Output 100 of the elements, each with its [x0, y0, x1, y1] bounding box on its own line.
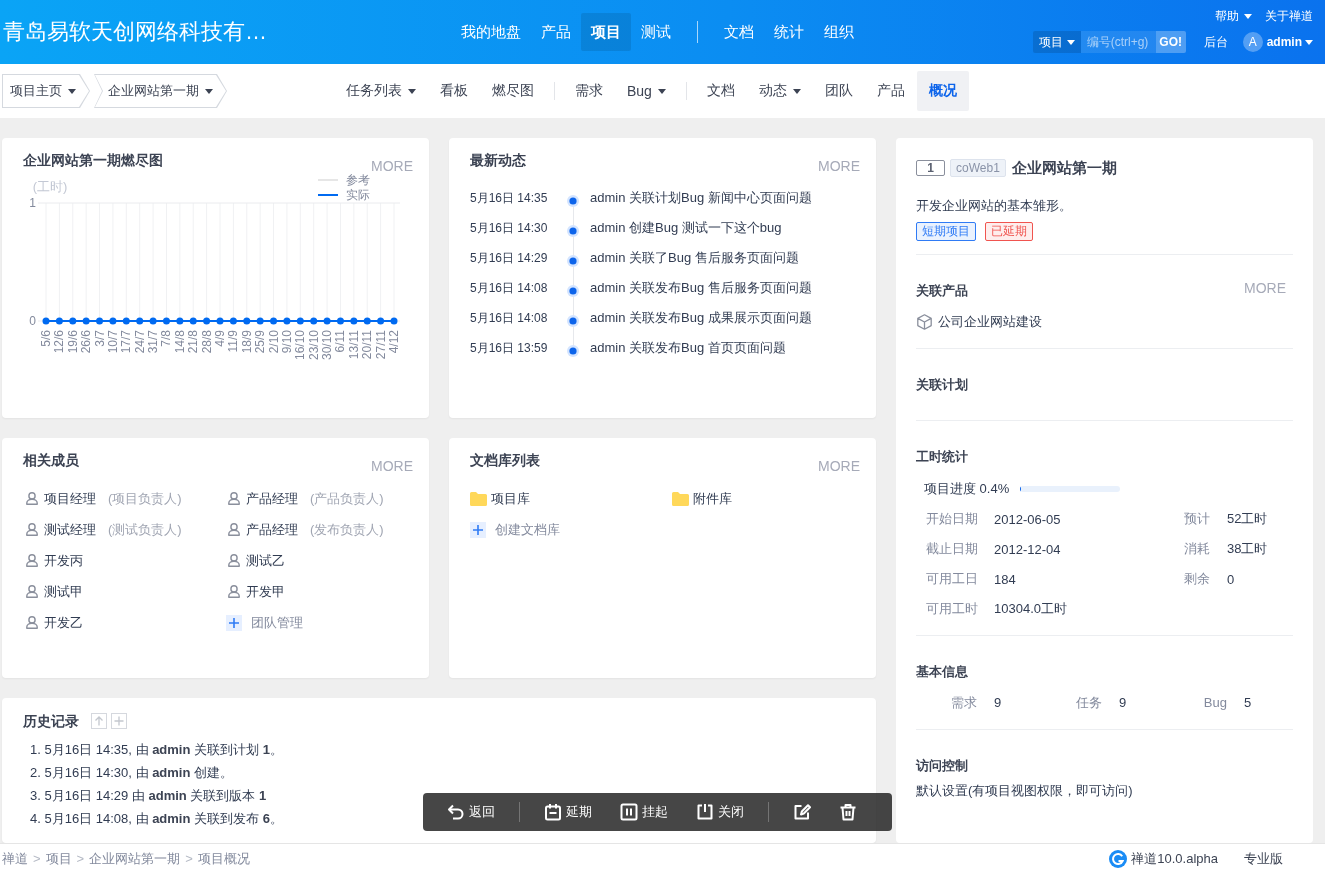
data-point: [216, 317, 224, 325]
undo-arrow-icon: [447, 803, 465, 821]
breadcrumb-link[interactable]: 项目概况: [197, 849, 250, 868]
count-value: 9: [994, 695, 1002, 711]
user-icon: [26, 523, 38, 536]
sub-nav-tab[interactable]: 燃尽图: [480, 71, 546, 111]
user-icon: [228, 523, 240, 536]
breadcrumb-dropdown[interactable]: 企业网站第一期: [94, 74, 227, 108]
doc-library-link[interactable]: 附件库: [693, 489, 732, 508]
back-button[interactable]: 返回: [440, 797, 502, 827]
data-point: [122, 317, 130, 325]
member-role: (项目负责人): [108, 489, 182, 508]
caret-icon: [1066, 39, 1075, 45]
admin-link[interactable]: 后台: [1203, 33, 1228, 51]
breadcrumb-link[interactable]: 企业网站第一期: [89, 849, 181, 868]
axis-label: 4/12: [387, 330, 401, 354]
doc-library-link[interactable]: 项目库: [491, 489, 530, 508]
header-link[interactable]: 关于禅道: [1265, 9, 1313, 23]
history-entry: 1. 5月16日 14:35, 由 admin 关联到计划 1。: [30, 741, 283, 759]
caret-icon: [68, 88, 76, 94]
data-point: [270, 317, 278, 325]
sub-nav-tab[interactable]: 动态: [746, 71, 813, 111]
card-title: 相关成员: [23, 452, 79, 468]
nav-tab[interactable]: 产品: [531, 13, 581, 51]
axis-label: 9/10: [279, 330, 294, 354]
suspend-button[interactable]: 挂起: [613, 797, 675, 827]
stat-label: 截止日期: [926, 540, 978, 558]
user-menu[interactable]: admin: [1266, 35, 1313, 49]
nav-tab[interactable]: 我的地盘: [451, 13, 531, 51]
user-avatar: A: [1242, 32, 1263, 52]
sub-nav-tab[interactable]: 文档: [694, 71, 747, 111]
card-title: 文档库列表: [470, 452, 540, 468]
axis-label: 4/9: [213, 330, 227, 347]
calendar-icon: [544, 803, 562, 821]
nav-tab[interactable]: 组织: [814, 13, 864, 51]
sub-nav-tab[interactable]: 需求: [563, 71, 615, 111]
breadcrumb-link[interactable]: 项目: [45, 849, 72, 868]
power-icon: [696, 803, 714, 821]
activity-text: admin 关联发布Bug 售后服务页面问题: [590, 279, 812, 297]
data-point: [96, 317, 104, 325]
manage-team-link[interactable]: 团队管理: [251, 613, 303, 632]
create-library-link[interactable]: 创建文档库: [495, 520, 560, 539]
data-point: [390, 317, 398, 325]
sub-nav-tab[interactable]: 产品: [864, 71, 917, 111]
status-tag: 已延期: [985, 222, 1033, 241]
sub-nav-tab[interactable]: Bug: [615, 71, 678, 111]
axis-label: 0: [29, 314, 36, 328]
company-title: 青岛易软天创网络科技有…: [3, 19, 267, 45]
sub-nav-tab[interactable]: 看板: [428, 71, 480, 111]
axis-label: 14/8: [172, 330, 187, 354]
nav-tab[interactable]: 测试: [631, 13, 681, 51]
more-link[interactable]: MORE: [818, 158, 860, 174]
activity-text: admin 关联了Bug 售后服务页面问题: [590, 249, 799, 267]
user-icon: [26, 554, 38, 567]
legend-label: 参考: [346, 174, 370, 187]
user-icon: [26, 492, 38, 505]
more-link[interactable]: MORE: [818, 458, 860, 474]
section-title: 基本信息: [916, 664, 968, 680]
axis-label: 24/7: [132, 330, 147, 354]
access-text: 默认设置(有项目视图权限，即可访问): [916, 783, 1134, 799]
search-scope-dropdown[interactable]: 项目: [1032, 31, 1081, 53]
activity-time: 5月16日 14:08: [470, 310, 548, 325]
nav-tab[interactable]: 项目: [581, 13, 631, 51]
breadcrumb-link[interactable]: 禅道: [2, 849, 28, 868]
sub-nav-tab[interactable]: 团队: [812, 71, 865, 111]
data-point: [109, 317, 117, 325]
sub-nav-tab[interactable]: 任务列表: [334, 71, 428, 111]
nav-tab[interactable]: 文档: [714, 13, 764, 51]
product-link[interactable]: 公司企业网站建设: [938, 314, 1042, 330]
more-link[interactable]: MORE: [371, 458, 413, 474]
user-icon: [228, 585, 240, 598]
data-point: [55, 317, 63, 325]
nav-tab[interactable]: 统计: [764, 13, 814, 51]
stat-label: 开始日期: [926, 510, 978, 528]
breadcrumb-dropdown[interactable]: 项目主页: [2, 74, 90, 108]
legend-label: 实际: [346, 188, 370, 202]
close-button[interactable]: 关闭: [689, 797, 751, 827]
caret-icon: [1305, 39, 1313, 45]
member-role: (产品负责人): [310, 489, 384, 508]
delay-button[interactable]: 延期: [537, 797, 599, 827]
axis-label: 21/8: [186, 330, 201, 354]
axis-label: 1: [29, 196, 36, 210]
more-link[interactable]: MORE: [371, 158, 413, 174]
stat-value: 38工时: [1227, 540, 1268, 558]
caret-icon: [205, 88, 213, 94]
project-code: coWeb1: [950, 159, 1006, 177]
data-point: [149, 317, 157, 325]
timeline-dot-icon: [567, 225, 579, 237]
axis-label: 5/6: [39, 330, 53, 347]
edition-label: 专业版: [1244, 849, 1283, 868]
axis-label: 31/7: [146, 330, 161, 354]
stat-label: 预计: [1184, 510, 1210, 528]
more-link[interactable]: MORE: [1244, 280, 1286, 296]
stat-label: 可用工日: [926, 570, 978, 588]
go-button[interactable]: GO!: [1155, 31, 1186, 53]
data-point: [136, 317, 144, 325]
activity-time: 5月16日 14:35: [470, 190, 548, 205]
caret-icon: [1244, 13, 1252, 19]
header-link[interactable]: 帮助: [1215, 9, 1252, 23]
sub-nav-tab[interactable]: 概况: [916, 71, 969, 111]
